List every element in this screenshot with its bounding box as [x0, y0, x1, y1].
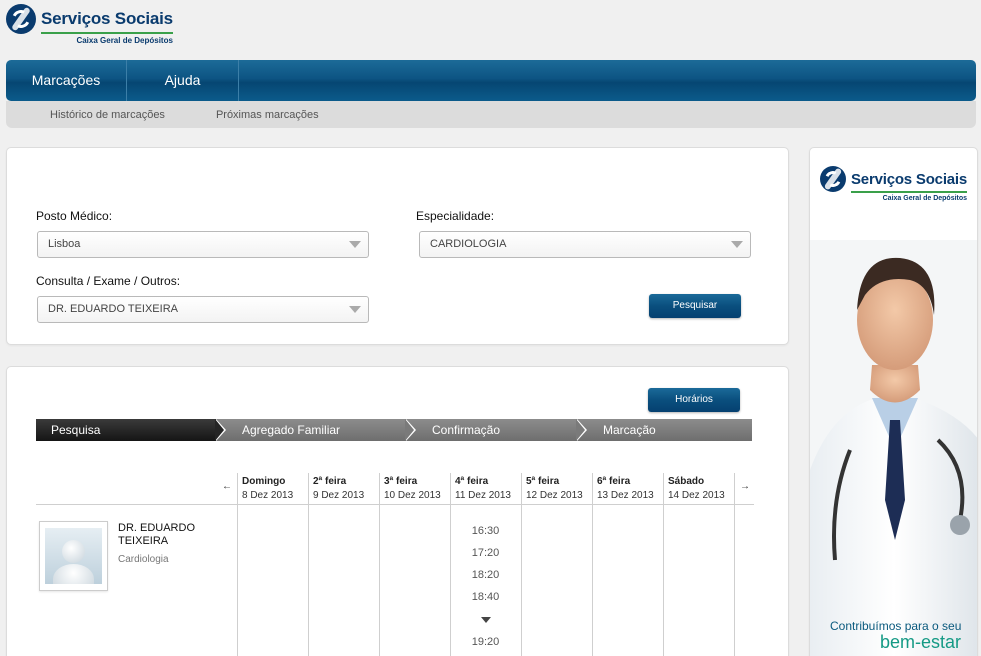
next-week-arrow-icon[interactable]: →: [740, 481, 750, 492]
especialidade-select[interactable]: CARDIOLOGIA: [419, 231, 751, 258]
brand-underline: [41, 32, 173, 34]
ad-brand-logo: Serviços Sociais Caixa Geral de Depósito…: [820, 166, 967, 202]
step-label: Confirmação: [432, 423, 501, 437]
brand-subtitle: Caixa Geral de Depósitos: [76, 36, 173, 45]
doctor-photo: [810, 240, 977, 656]
time-slot[interactable]: 19:20: [450, 636, 521, 648]
pesquisar-button[interactable]: Pesquisar: [649, 294, 741, 318]
progress-steps: Pesquisa Agregado Familiar Confirmação M…: [36, 419, 752, 441]
step-label: Marcação: [603, 423, 656, 437]
doctor-name: DR. EDUARDO TEIXEIRA: [118, 522, 196, 547]
day-header: 5ª feira 12 Dez 2013: [526, 476, 583, 501]
ss-logo-icon: [6, 4, 36, 34]
brand-logo[interactable]: Serviços Sociais Caixa Geral de Depósito…: [6, 4, 173, 45]
prev-week-arrow-icon[interactable]: ←: [222, 481, 232, 492]
posto-select[interactable]: Lisboa: [37, 231, 369, 258]
sub-nav: Histórico de marcações Próximas marcaçõe…: [6, 101, 976, 128]
more-slots-arrow-icon[interactable]: [481, 617, 491, 623]
especialidade-label: Especialidade:: [416, 209, 495, 223]
ad-banner[interactable]: Serviços Sociais Caixa Geral de Depósito…: [809, 147, 978, 656]
subnav-historico[interactable]: Histórico de marcações: [50, 109, 165, 121]
day-header: Domingo 8 Dez 2013: [242, 476, 294, 501]
col-divider: [734, 473, 735, 656]
ss-logo-icon: [820, 166, 846, 192]
subnav-proximas[interactable]: Próximas marcações: [216, 109, 319, 121]
day-header: 3ª feira 10 Dez 2013: [384, 476, 441, 501]
chevron-down-icon: [349, 306, 361, 313]
especialidade-value: CARDIOLOGIA: [430, 238, 507, 250]
step-confirmacao: Confirmação: [406, 419, 587, 441]
main-nav: Marcações Ajuda: [6, 60, 976, 101]
ad-slogan-line2: bem-estar: [880, 632, 962, 652]
doctor-avatar: [39, 521, 108, 591]
horarios-button[interactable]: Horários: [648, 388, 740, 412]
day-header: 4ª feira 11 Dez 2013: [455, 476, 511, 501]
consulta-value: DR. EDUARDO TEIXEIRA: [48, 303, 178, 315]
nav-marcacoes[interactable]: Marcações: [6, 60, 127, 101]
day-header: 2ª feira 9 Dez 2013: [313, 476, 365, 501]
day-header: Sábado 14 Dez 2013: [668, 476, 725, 501]
step-label: Pesquisa: [51, 423, 101, 437]
posto-label: Posto Médico:: [36, 209, 113, 223]
consulta-select[interactable]: DR. EDUARDO TEIXEIRA: [37, 296, 369, 323]
consulta-label: Consulta / Exame / Outros:: [36, 274, 181, 288]
ad-brand-underline: [851, 191, 968, 193]
step-marcacao: Marcação: [577, 419, 752, 441]
posto-value: Lisboa: [48, 238, 81, 250]
nav-ajuda[interactable]: Ajuda: [127, 60, 239, 101]
ad-brand-subtitle: Caixa Geral de Depósitos: [882, 195, 968, 202]
ad-slogan-line1: Contribuímos para o seu: [830, 619, 962, 633]
time-slot[interactable]: 18:40: [450, 591, 521, 603]
brand-title: Serviços Sociais: [41, 9, 173, 28]
results-panel: Horários Pesquisa Agregado Familiar Conf…: [6, 366, 789, 656]
chevron-down-icon: [731, 241, 743, 248]
step-agregado: Agregado Familiar: [216, 419, 416, 441]
time-slot[interactable]: 17:20: [450, 547, 521, 559]
step-label: Agregado Familiar: [242, 423, 341, 437]
chevron-down-icon: [349, 241, 361, 248]
time-slot[interactable]: 18:20: [450, 569, 521, 581]
day-header: 6ª feira 13 Dez 2013: [597, 476, 654, 501]
step-pesquisa: Pesquisa: [36, 419, 226, 441]
ad-brand-title: Serviços Sociais: [851, 171, 968, 188]
search-panel: Posto Médico: Lisboa Especialidade: CARD…: [6, 147, 789, 345]
time-slot[interactable]: 16:30: [450, 525, 521, 537]
doctor-specialty: Cardiologia: [118, 554, 169, 565]
